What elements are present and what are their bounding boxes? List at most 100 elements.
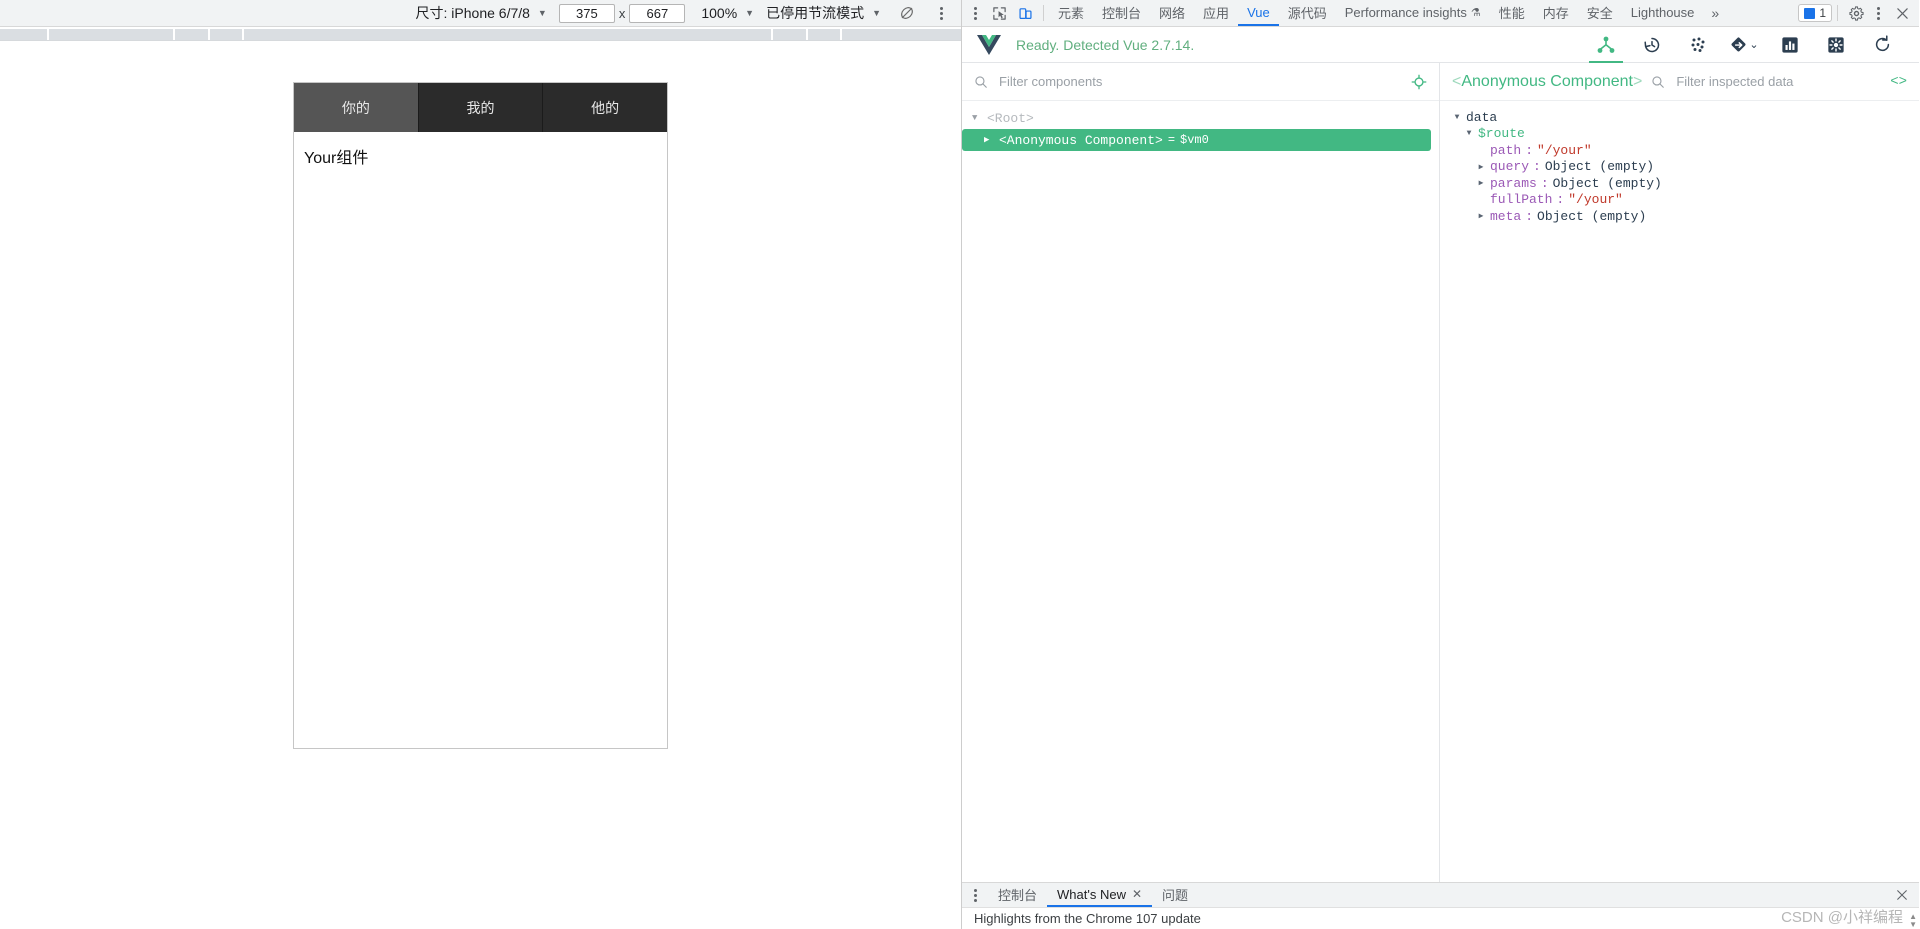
- device-size-label: 尺寸: iPhone 6/7/8: [415, 5, 530, 21]
- devtools-window: 尺寸: iPhone 6/7/8 ▼ x 100% ▼ 已停用节流模式 ▼: [0, 0, 1920, 929]
- tab-security[interactable]: 安全: [1578, 0, 1622, 26]
- chevron-right-icon[interactable]: ▶: [1476, 162, 1486, 172]
- devtools-more-options-icon[interactable]: [1869, 1, 1887, 25]
- viewport-width-input[interactable]: [558, 3, 615, 23]
- search-icon: [974, 75, 988, 89]
- devtools-main-menu-icon[interactable]: [966, 1, 984, 25]
- code-brackets-icon[interactable]: <>: [1890, 74, 1907, 90]
- drawer-content-text: Highlights from the Chrome 107 update: [974, 911, 1201, 926]
- page-content-text: Your组件: [304, 150, 369, 167]
- issues-badge[interactable]: 1: [1798, 4, 1832, 22]
- zoom-selector[interactable]: 100% ▼: [701, 5, 754, 21]
- scroll-spinner[interactable]: ▲ ▼: [1909, 913, 1917, 929]
- component-filter-input[interactable]: [997, 73, 1402, 90]
- tree-node-root[interactable]: ▼ <Root>: [962, 107, 1439, 129]
- tab-elements[interactable]: 元素: [1049, 0, 1093, 26]
- drawer-content: Highlights from the Chrome 107 update CS…: [962, 908, 1919, 929]
- tab-vue[interactable]: Vue: [1238, 0, 1279, 26]
- refresh-icon[interactable]: [1859, 27, 1905, 63]
- chevron-down-icon: ▼: [537, 8, 547, 18]
- drawer-tab-issues[interactable]: 问题: [1152, 883, 1198, 907]
- issues-count: 1: [1819, 6, 1826, 20]
- device-toolbar-more-icon[interactable]: [931, 2, 951, 24]
- vuex-dots-icon[interactable]: [1675, 27, 1721, 63]
- inspected-data-filter-input[interactable]: [1674, 73, 1882, 90]
- drawer-menu-icon[interactable]: [966, 884, 984, 906]
- watermark: CSDN @小祥编程: [1781, 909, 1903, 926]
- devtools-main-tabbar: 元素 控制台 网络 应用 Vue 源代码 Performance insight…: [962, 0, 1919, 27]
- select-component-target-icon[interactable]: [1411, 74, 1427, 90]
- devtools-pane: 元素 控制台 网络 应用 Vue 源代码 Performance insight…: [962, 0, 1919, 929]
- chevron-right-icon[interactable]: ▶: [1476, 211, 1486, 221]
- scroll-down-icon[interactable]: ▼: [1909, 921, 1917, 929]
- viewport-height-input[interactable]: [629, 3, 686, 23]
- chevron-down-icon: ▼: [872, 8, 881, 18]
- timeline-history-icon[interactable]: [1629, 27, 1675, 63]
- data-row-meta[interactable]: ▶ meta: Object (empty): [1440, 208, 1919, 225]
- chevron-down-icon[interactable]: ▼: [1452, 113, 1462, 122]
- data-row-params-sep: :: [1540, 175, 1549, 191]
- data-row-query-value: Object (empty): [1544, 159, 1655, 175]
- close-icon[interactable]: [1889, 1, 1915, 25]
- component-filter-row: [962, 63, 1439, 101]
- more-tabs-icon[interactable]: »: [1703, 5, 1727, 21]
- chevron-down-icon[interactable]: ▼: [1464, 129, 1474, 138]
- data-row-query-sep: :: [1533, 159, 1541, 175]
- data-row-path[interactable]: path: "/your": [1440, 142, 1919, 159]
- dimension-separator: x: [618, 5, 626, 21]
- data-row-route[interactable]: ▼ $route: [1440, 126, 1919, 143]
- data-row-query[interactable]: ▶ query: Object (empty): [1440, 159, 1919, 176]
- inspector-header: <Anonymous Component> <>: [1440, 63, 1919, 101]
- page-tabbar: 你的 我的 他的: [294, 83, 667, 132]
- data-row-meta-key: meta: [1490, 208, 1522, 224]
- drawer-tab-whats-new[interactable]: What's New ✕: [1047, 883, 1153, 907]
- drawer-tab-console[interactable]: 控制台: [988, 883, 1047, 907]
- device-toolbar-icon[interactable]: [1012, 1, 1038, 25]
- close-icon[interactable]: ✕: [1132, 887, 1142, 901]
- tree-node-anonymous-component[interactable]: ▶ <Anonymous Component> = $vm0: [962, 129, 1431, 151]
- tab-sources[interactable]: 源代码: [1279, 0, 1336, 26]
- chevron-down-icon: ▼: [745, 8, 755, 18]
- page-tab-0[interactable]: 你的: [294, 83, 419, 132]
- data-row-path-key: path: [1490, 142, 1522, 158]
- tab-lighthouse[interactable]: Lighthouse: [1622, 0, 1704, 26]
- data-row-route-key: $route: [1478, 126, 1525, 142]
- tree-node-anonymous-component-label: <Anonymous Component>: [999, 132, 1163, 148]
- data-row-fullpath[interactable]: fullPath: "/your": [1440, 192, 1919, 209]
- tree-node-vm-label: $vm0: [1180, 133, 1209, 147]
- drawer-close-icon[interactable]: [1889, 883, 1915, 907]
- throttling-selector[interactable]: 已停用节流模式 ▼: [766, 3, 881, 23]
- device-size-selector[interactable]: 尺寸: iPhone 6/7/8 ▼: [416, 3, 547, 23]
- data-row-fullpath-sep: :: [1556, 192, 1565, 208]
- component-tree-pane: ▼ <Root> ▶ <Anonymous Component> = $vm0: [962, 63, 1440, 882]
- inspected-component-title: <Anonymous Component>: [1452, 72, 1643, 90]
- chevron-down-icon[interactable]: ▼: [972, 113, 982, 123]
- data-row-meta-sep: :: [1525, 208, 1534, 224]
- gear-icon[interactable]: [1843, 1, 1869, 25]
- tab-performance-insights-label: Performance insights: [1344, 4, 1467, 20]
- tab-performance-insights[interactable]: Performance insights ⚗: [1336, 0, 1490, 26]
- data-row-data[interactable]: ▼ data: [1440, 109, 1919, 126]
- tab-memory[interactable]: 内存: [1534, 0, 1578, 26]
- page-tab-2[interactable]: 他的: [543, 83, 667, 132]
- tab-application[interactable]: 应用: [1194, 0, 1238, 26]
- page-tab-1[interactable]: 我的: [418, 83, 544, 132]
- chevron-right-icon[interactable]: ▶: [1476, 178, 1486, 188]
- settings-box-icon[interactable]: [1813, 27, 1859, 63]
- viewport-ruler: [0, 27, 961, 41]
- tab-network[interactable]: 网络: [1150, 0, 1194, 26]
- chevron-right-icon[interactable]: ▶: [984, 135, 994, 145]
- vue-logo: [976, 34, 1002, 56]
- inspect-element-icon[interactable]: [986, 1, 1012, 25]
- tab-console[interactable]: 控制台: [1093, 0, 1150, 26]
- components-tree-icon[interactable]: [1583, 27, 1629, 63]
- tab-performance[interactable]: 性能: [1490, 0, 1534, 26]
- data-row-data-key: data: [1466, 109, 1498, 125]
- routes-icon[interactable]: ⌄: [1721, 27, 1767, 63]
- rotate-icon[interactable]: [895, 2, 919, 24]
- data-row-path-value: "/your": [1537, 142, 1592, 158]
- inspector-pane: <Anonymous Component> <> ▼ data: [1440, 63, 1919, 882]
- inspected-component-name: Anonymous Component: [1461, 72, 1633, 90]
- performance-bars-icon[interactable]: [1767, 27, 1813, 63]
- data-row-params[interactable]: ▶ params: Object (empty): [1440, 175, 1919, 192]
